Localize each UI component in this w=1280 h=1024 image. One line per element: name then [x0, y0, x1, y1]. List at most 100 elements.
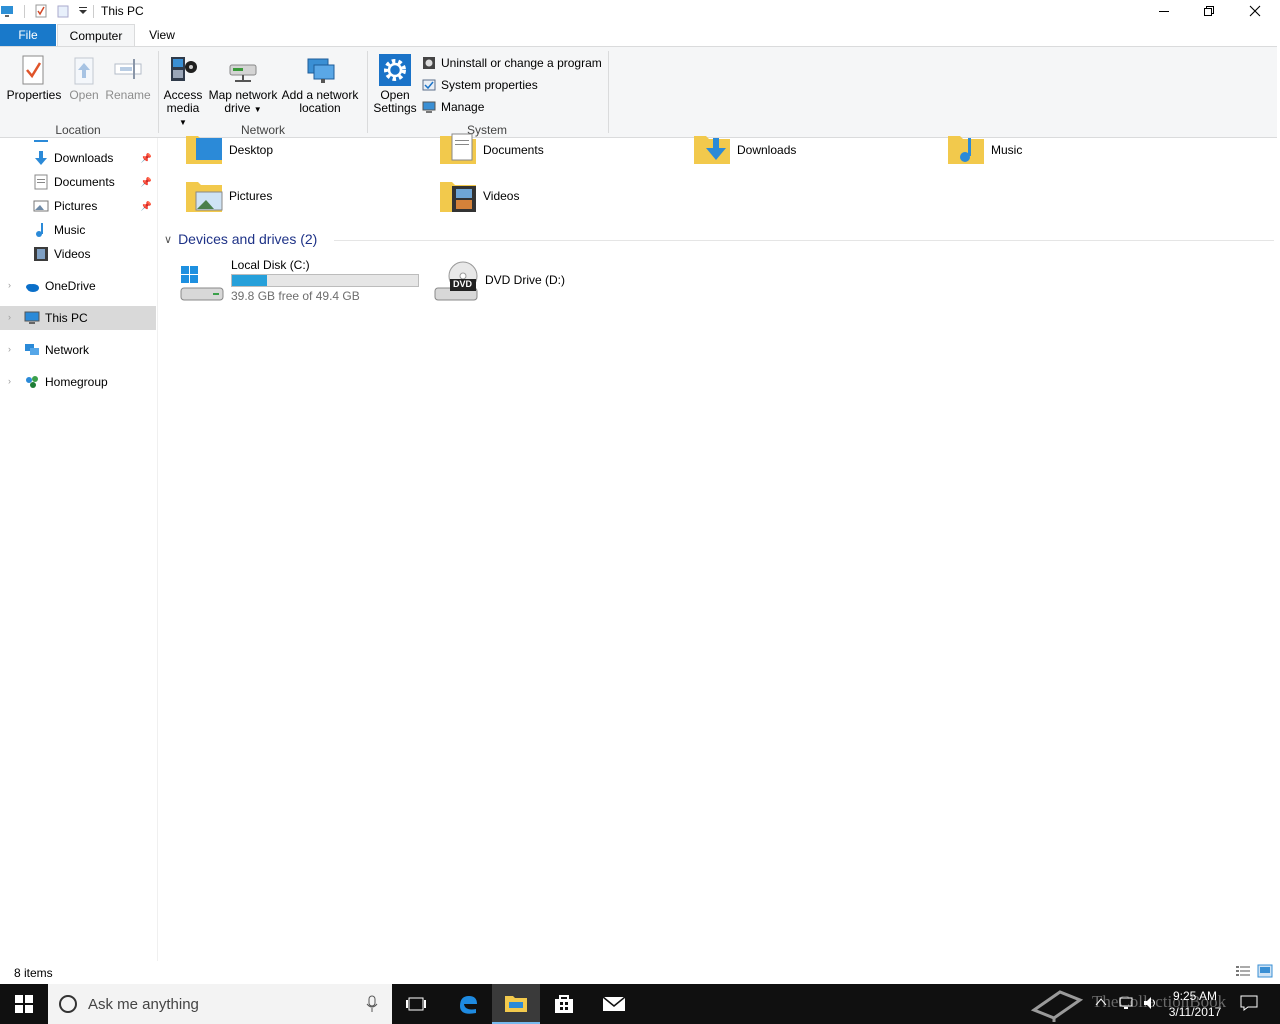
dropdown-arrow-icon: ▼: [253, 105, 262, 114]
drive-local-disk-c[interactable]: Local Disk (C:) 39.8 GB free of 49.4 GB: [178, 256, 424, 304]
properties-button[interactable]: Properties: [6, 53, 62, 102]
close-button[interactable]: [1232, 0, 1278, 22]
system-clock[interactable]: 9:25 AM 3/11/2017: [1160, 988, 1230, 1020]
folder-label: Music: [991, 143, 1023, 157]
sidebar-item-label: This PC: [45, 311, 88, 325]
manage-label: Manage: [441, 100, 485, 114]
open-label: Open: [69, 88, 99, 102]
access-media-label-2: media: [166, 101, 200, 115]
open-button[interactable]: Open: [64, 53, 104, 102]
this-pc-icon[interactable]: [0, 4, 14, 18]
drive-dvd-d[interactable]: DVD DVD Drive (D:): [432, 256, 632, 304]
folder-documents[interactable]: Documents: [438, 130, 544, 170]
item-count: 8 items: [14, 966, 53, 980]
network-tray-icon[interactable]: [1118, 995, 1134, 1014]
devices-section-header[interactable]: ∨ Devices and drives (2): [164, 231, 317, 247]
sidebar-item-pictures[interactable]: Pictures 📌: [0, 194, 156, 218]
store-button[interactable]: [540, 984, 588, 1024]
computer-icon: [24, 310, 40, 326]
open-settings-button[interactable]: Open Settings: [372, 53, 418, 115]
minimize-button[interactable]: [1141, 0, 1187, 22]
devices-header-label: Devices and drives (2): [178, 231, 318, 247]
new-folder-quick-icon[interactable]: [56, 4, 70, 18]
system-properties-label: System properties: [441, 78, 538, 92]
sidebar-item-videos[interactable]: Videos: [0, 242, 156, 266]
music-folder-icon: [946, 130, 986, 170]
music-note-icon: [33, 222, 49, 238]
start-button[interactable]: [0, 984, 48, 1024]
access-media-button[interactable]: Access media ▼: [162, 53, 204, 129]
properties-quick-icon[interactable]: [34, 4, 48, 18]
pin-icon[interactable]: 📌: [141, 201, 152, 212]
cortana-search-box[interactable]: Ask me anything: [48, 984, 392, 1024]
customize-quick-access-icon[interactable]: [76, 4, 90, 18]
sidebar-item-network[interactable]: › Network: [0, 338, 156, 362]
sidebar-item-label: Network: [45, 343, 90, 357]
tab-computer[interactable]: Computer: [57, 24, 135, 46]
document-icon: [33, 174, 49, 190]
show-hidden-icons-chevron-icon[interactable]: [1095, 996, 1107, 1010]
navigation-pane[interactable]: Downloads 📌 Documents 📌 Pictures 📌 Music…: [0, 138, 158, 961]
restore-icon: [1204, 6, 1214, 16]
sidebar-item-documents[interactable]: Documents 📌: [0, 170, 156, 194]
sidebar-item-label: Music: [54, 223, 86, 237]
system-properties-button[interactable]: System properties: [422, 76, 538, 94]
task-view-icon: [406, 997, 426, 1011]
file-explorer-button[interactable]: [492, 984, 540, 1024]
chevron-right-icon[interactable]: ›: [8, 312, 11, 322]
details-view-icon[interactable]: [1235, 965, 1251, 980]
desktop-folder-icon: [184, 130, 224, 170]
add-network-location-button[interactable]: Add a network location: [281, 53, 359, 115]
chevron-right-icon[interactable]: ›: [8, 376, 11, 386]
folder-downloads[interactable]: Downloads: [692, 130, 796, 170]
manage-icon: [422, 100, 436, 114]
manage-button[interactable]: Manage: [422, 98, 484, 116]
search-placeholder: Ask me anything: [88, 995, 199, 1013]
map-network-drive-button[interactable]: Map network drive ▼: [207, 53, 279, 116]
large-icons-view-icon[interactable]: [1257, 964, 1273, 981]
chevron-right-icon[interactable]: ›: [8, 344, 11, 354]
uninstall-icon: [422, 56, 436, 70]
tab-view[interactable]: View: [140, 24, 184, 46]
folder-pictures[interactable]: Pictures: [184, 176, 272, 216]
sidebar-item-downloads[interactable]: Downloads 📌: [0, 146, 156, 170]
sidebar-item-music[interactable]: Music: [0, 218, 156, 242]
windows-drive-icon: [178, 264, 226, 307]
properties-label: Properties: [6, 88, 62, 102]
microphone-icon[interactable]: [366, 995, 378, 1016]
chevron-right-icon[interactable]: ›: [8, 280, 11, 290]
taskbar: Ask me anything TheCollectionBook 9:25 A…: [0, 984, 1280, 1024]
download-arrow-icon: [33, 150, 49, 166]
dvd-drive-icon: DVD: [432, 260, 480, 307]
uninstall-program-button[interactable]: Uninstall or change a program: [422, 54, 602, 72]
settings-gear-icon: [379, 53, 411, 87]
folder-desktop[interactable]: Desktop: [184, 130, 273, 170]
action-center-icon[interactable]: [1240, 995, 1258, 1014]
uninstall-label: Uninstall or change a program: [441, 56, 602, 70]
window-title: This PC: [101, 4, 144, 18]
pin-icon[interactable]: 📌: [141, 177, 152, 188]
drive-label: Local Disk (C:): [231, 258, 310, 272]
folder-label: Desktop: [229, 143, 274, 157]
sidebar-item-this-pc[interactable]: › This PC: [0, 306, 156, 330]
sidebar-item-homegroup[interactable]: › Homegroup: [0, 370, 156, 394]
chevron-down-icon[interactable]: ∨: [164, 233, 172, 246]
drive-label: DVD Drive (D:): [485, 273, 565, 287]
rename-button[interactable]: Rename: [105, 53, 151, 102]
folder-music[interactable]: Music: [946, 130, 1022, 170]
book-logo-watermark: [1030, 986, 1086, 1024]
task-view-button[interactable]: [392, 984, 440, 1024]
restore-button[interactable]: [1186, 0, 1232, 22]
edge-button[interactable]: [444, 984, 492, 1024]
tab-file[interactable]: File: [0, 24, 56, 46]
documents-folder-icon: [438, 130, 478, 170]
clock-date: 3/11/2017: [1168, 1005, 1222, 1019]
folder-label: Videos: [483, 189, 520, 203]
sidebar-item-onedrive[interactable]: › OneDrive: [0, 274, 156, 298]
cortana-circle-icon: [58, 994, 78, 1017]
folder-videos[interactable]: Videos: [438, 176, 519, 216]
dvd-badge: DVD: [453, 279, 473, 289]
pin-icon[interactable]: 📌: [141, 153, 152, 164]
volume-icon[interactable]: [1142, 995, 1160, 1014]
mail-button[interactable]: [590, 984, 638, 1024]
